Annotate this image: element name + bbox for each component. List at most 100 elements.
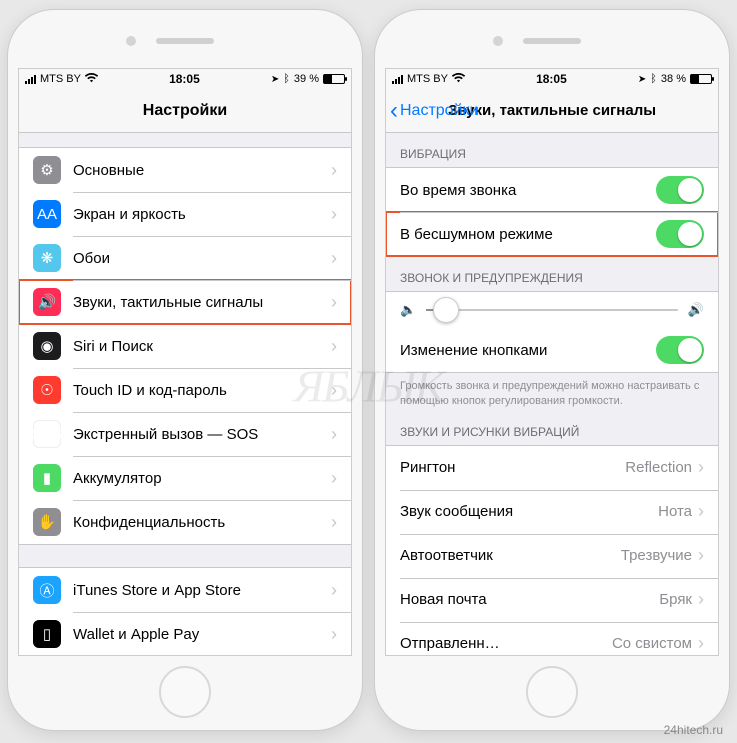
signal-bars-icon [25,75,36,84]
flower-icon: ❋ [33,244,61,272]
navbar-sounds: ‹ Настройки Звуки, тактильные сигналы [386,89,718,133]
chevron-right-icon: › [331,468,337,489]
chevron-right-icon: › [698,501,704,522]
section-header-patterns: ЗВУКИ И РИСУНКИ ВИБРАЦИЙ [386,411,718,445]
sounds-list[interactable]: ВИБРАЦИЯ Во время звонка В бесшумном режи… [386,133,718,655]
row-detail: Нота [658,503,692,520]
bluetooth-icon: ᛒ [650,73,657,85]
row-label: Основные [73,162,331,179]
phone-right: MTS BY 18:05 ➤ ᛒ 38 % ‹ Настройки Звуки,… [375,10,729,730]
home-button[interactable] [159,666,211,718]
sound-row[interactable]: РингтонReflection› [386,446,718,490]
chevron-right-icon: › [331,512,337,533]
sound-row[interactable]: Звук сообщенияНота › [386,490,718,534]
bluetooth-icon: ᛒ [283,73,290,85]
chevron-left-icon: ‹ [390,99,398,123]
battery-percent: 39 % [294,73,319,85]
settings-row[interactable]: ▯ Wallet и Apple Pay› [19,612,351,655]
navbar-settings: Настройки [19,89,351,133]
row-label: Аккумулятор [73,470,331,487]
toggle-row[interactable]: В бесшумном режиме [386,212,718,256]
battery-icon [690,74,712,84]
location-icon: ➤ [271,74,279,85]
settings-row[interactable]: ▮ Аккумулятор› [19,456,351,500]
row-label: Звуки, тактильные сигналы [73,294,331,311]
A-icon: Ⓐ [33,576,61,604]
toggle-row[interactable]: Во время звонка [386,168,718,212]
row-detail: Бряк [659,591,692,608]
row-label: Автоответчик [400,547,621,564]
carrier-label: MTS BY [40,73,81,85]
sound-row[interactable]: Отправленн…Со свистом› [386,622,718,655]
row-change-with-buttons[interactable]: Изменение кнопками [386,328,718,372]
settings-row[interactable]: ⚙︎Основные› [19,148,351,192]
chevron-right-icon: › [331,380,337,401]
settings-row[interactable]: SOS Экстренный вызов — SOS› [19,412,351,456]
location-icon: ➤ [638,74,646,85]
settings-row[interactable]: ⒶiTunes Store и App Store› [19,568,351,612]
back-button[interactable]: ‹ Настройки [390,89,478,132]
chevron-right-icon: › [331,292,337,313]
section-header-vibration: ВИБРАЦИЯ [386,133,718,167]
settings-row[interactable]: ◉ Siri и Поиск› [19,324,351,368]
row-label: Экстренный вызов — SOS [73,426,331,443]
status-time: 18:05 [536,72,567,86]
phone-left: MTS BY 18:05 ➤ ᛒ 39 % Настройки ⚙︎Основн… [8,10,362,730]
settings-row[interactable]: AAЭкран и яркость› [19,192,351,236]
chevron-right-icon: › [331,248,337,269]
status-time: 18:05 [169,72,200,86]
toggle-switch[interactable] [656,220,704,248]
toggle-change-with-buttons[interactable] [656,336,704,364]
row-label: iTunes Store и App Store [73,582,331,599]
volume-slider[interactable] [426,309,678,311]
row-label: Отправленн… [400,635,612,652]
chevron-right-icon: › [331,204,337,225]
SOS-icon: SOS [33,420,61,448]
row-label: В бесшумном режиме [400,226,656,243]
chevron-right-icon: › [698,457,704,478]
back-label: Настройки [400,102,478,120]
sound-row[interactable]: АвтоответчикТрезвучие › [386,534,718,578]
chevron-right-icon: › [698,545,704,566]
row-label: Звук сообщения [400,503,658,520]
chevron-right-icon: › [331,624,337,645]
batt-icon: ▮ [33,464,61,492]
settings-list[interactable]: ⚙︎Основные›AAЭкран и яркость›❋Обои›🔊Звук… [19,133,351,655]
section-header-ringer: ЗВОНОК И ПРЕДУПРЕЖДЕНИЯ [386,257,718,291]
settings-row[interactable]: ☉Touch ID и код-пароль› [19,368,351,412]
volume-high-icon: 🔊 [688,302,704,318]
chevron-right-icon: › [698,589,704,610]
row-detail: Трезвучие [621,547,692,564]
chevron-right-icon: › [331,336,337,357]
sound-icon: 🔊 [33,288,61,316]
chevron-right-icon: › [331,580,337,601]
settings-row[interactable]: ❋ Обои› [19,236,351,280]
row-label: Обои [73,250,331,267]
sound-row[interactable]: Новая почтаБряк› [386,578,718,622]
page-title: Звуки, тактильные сигналы [448,102,656,119]
front-camera [493,36,503,46]
volume-slider-row[interactable]: 🔈 🔊 [386,292,718,328]
screen-right: MTS BY 18:05 ➤ ᛒ 38 % ‹ Настройки Звуки,… [385,68,719,656]
toggle-switch[interactable] [656,176,704,204]
speaker-slot [156,38,214,44]
volume-low-icon: 🔈 [400,302,416,318]
signal-bars-icon [392,75,403,84]
row-label: Siri и Поиск [73,338,331,355]
finger-icon: ☉ [33,376,61,404]
wallet-icon: ▯ [33,620,61,648]
home-button[interactable] [526,666,578,718]
settings-row[interactable]: ✋Конфиденциальность› [19,500,351,544]
page-title: Настройки [143,102,227,120]
siri-icon: ◉ [33,332,61,360]
row-label: Во время звонка [400,182,656,199]
chevron-right-icon: › [331,424,337,445]
row-label: Wallet и Apple Pay [73,626,331,643]
status-bar: MTS BY 18:05 ➤ ᛒ 38 % [386,69,718,89]
speaker-slot [523,38,581,44]
carrier-label: MTS BY [407,73,448,85]
AA-icon: AA [33,200,61,228]
row-detail: Со свистом [612,635,692,652]
settings-row[interactable]: 🔊 Звуки, тактильные сигналы› [19,280,351,324]
screen-left: MTS BY 18:05 ➤ ᛒ 39 % Настройки ⚙︎Основн… [18,68,352,656]
